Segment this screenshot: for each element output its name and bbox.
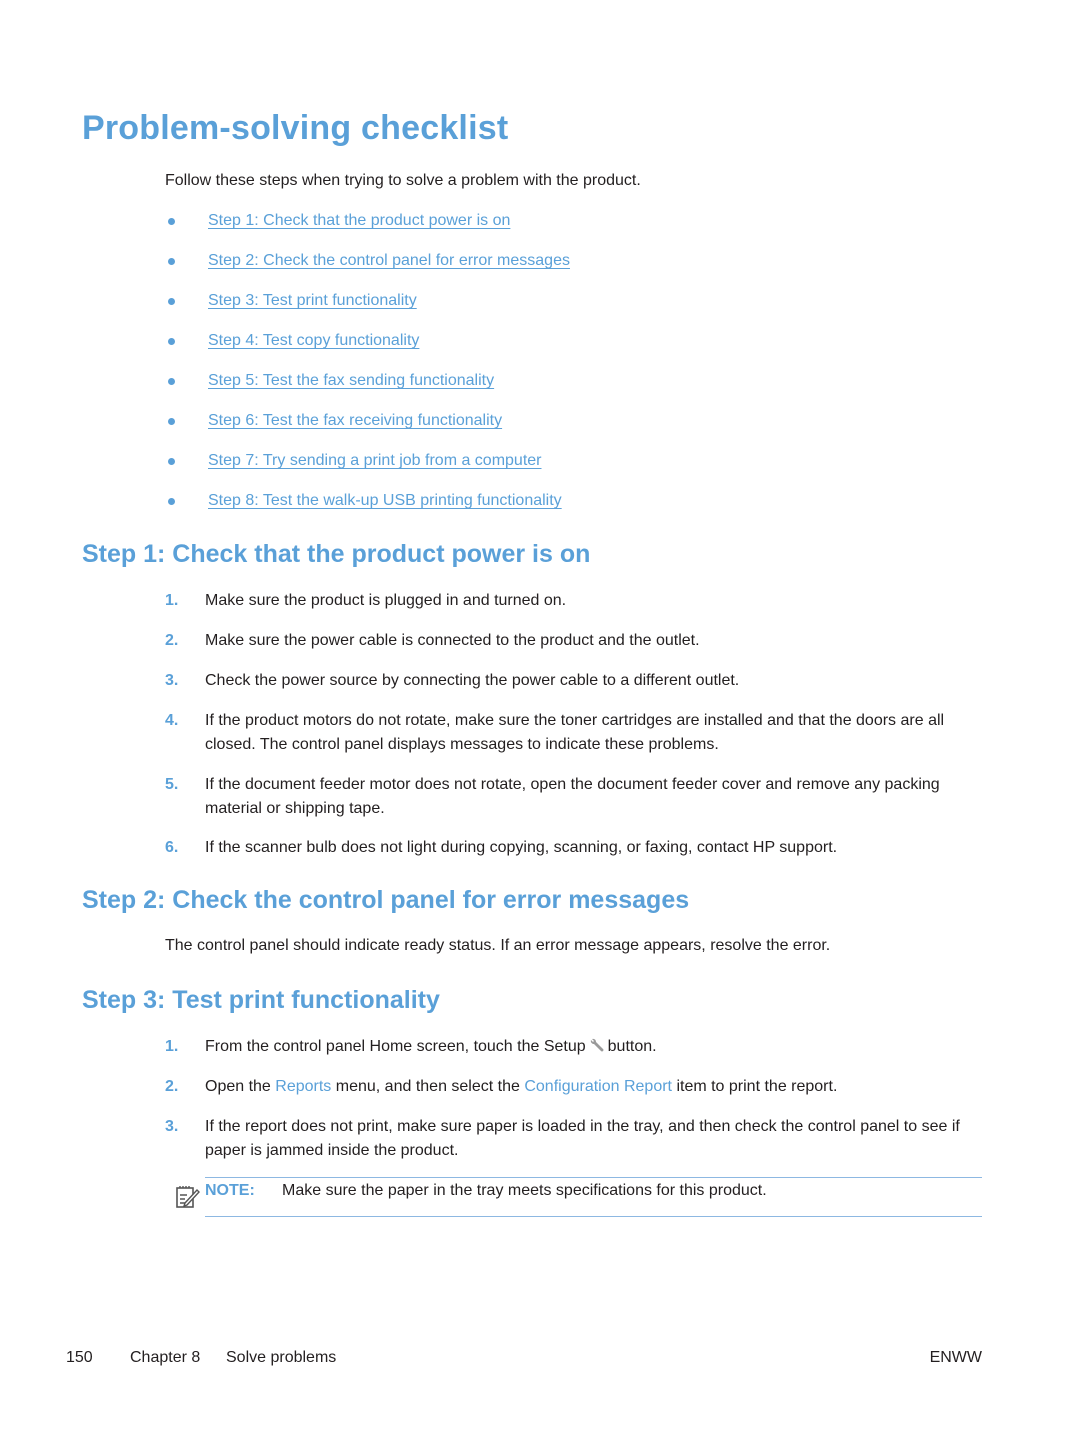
toc-link-step-2[interactable]: Step 2: Check the control panel for erro… <box>208 250 570 272</box>
bullet-icon <box>168 498 175 505</box>
item-text: If the report does not print, make sure … <box>205 1118 960 1159</box>
step1-list: 1. Make sure the product is plugged in an… <box>165 589 985 876</box>
item-text-after: button. <box>607 1038 657 1055</box>
list-item: 1. From the control panel Home screen, t… <box>165 1035 985 1075</box>
item-text: Make sure the product is plugged in and … <box>205 592 567 609</box>
toc-item: Step 4: Test copy functionality <box>165 330 570 370</box>
item-text-middle: menu, and then select the <box>335 1078 520 1095</box>
page-title: Problem-solving checklist <box>82 109 509 147</box>
item-text: Open the Reports menu, and then select t… <box>205 1075 985 1115</box>
bullet-icon <box>168 458 175 465</box>
toc-item: Step 6: Test the fax receiving functiona… <box>165 410 570 450</box>
bullet-icon <box>168 298 175 305</box>
step2-text: The control panel should indicate ready … <box>165 937 831 954</box>
item-number: 3. <box>165 672 179 689</box>
step1-heading: Step 1: Check that the product power is … <box>82 540 591 568</box>
bullet-icon <box>168 258 175 265</box>
toc-link-step-7[interactable]: Step 7: Try sending a print job from a c… <box>208 450 542 472</box>
item-text-before: From the control panel Home screen, touc… <box>205 1038 586 1055</box>
item-number: 6. <box>165 839 179 856</box>
note-label: NOTE: <box>205 1182 255 1199</box>
bullet-icon <box>168 378 175 385</box>
footer-chapter: Chapter 8 <box>130 1349 201 1366</box>
step3-heading: Step 3: Test print functionality <box>82 986 440 1014</box>
note-pencil-icon <box>175 1184 201 1210</box>
list-item: 5. If the document feeder motor does not … <box>165 773 985 836</box>
note-text: Make sure the paper in the tray meets sp… <box>282 1182 767 1199</box>
bullet-icon <box>168 418 175 425</box>
footer-right-label: ENWW <box>929 1349 982 1366</box>
bullet-icon <box>168 218 175 225</box>
list-item: 1. Make sure the product is plugged in an… <box>165 589 985 629</box>
item-text: Make sure the power cable is connected t… <box>205 632 700 649</box>
item-number: 2. <box>165 1078 179 1095</box>
wrench-icon <box>588 1038 606 1054</box>
intro-text: Follow these steps when trying to solve … <box>165 172 641 189</box>
step3-list: 1. From the control panel Home screen, t… <box>165 1035 985 1179</box>
item-number: 1. <box>165 592 179 609</box>
item-number: 3. <box>165 1118 179 1135</box>
item-text-after: item to print the report. <box>676 1078 838 1095</box>
configuration-report-link[interactable]: Configuration Report <box>524 1078 672 1095</box>
list-item: 2. Make sure the power cable is connected… <box>165 629 985 669</box>
toc-item: Step 1: Check that the product power is … <box>165 210 570 250</box>
toc-item: Step 5: Test the fax sending functionali… <box>165 370 570 410</box>
list-item: 6. If the scanner bulb does not light dur… <box>165 836 985 876</box>
toc-link-step-1[interactable]: Step 1: Check that the product power is … <box>208 210 510 232</box>
item-text: From the control panel Home screen, touc… <box>205 1035 985 1075</box>
toc-item: Step 2: Check the control panel for erro… <box>165 250 570 290</box>
item-text: If the product motors do not rotate, mak… <box>205 712 945 753</box>
toc-link-step-5[interactable]: Step 5: Test the fax sending functionali… <box>208 370 494 392</box>
item-text: Check the power source by connecting the… <box>205 672 740 689</box>
toc-item: Step 7: Try sending a print job from a c… <box>165 450 570 490</box>
list-item: 3. Check the power source by connecting t… <box>165 669 985 709</box>
reports-menu-link[interactable]: Reports <box>275 1078 331 1095</box>
item-number: 4. <box>165 712 179 729</box>
toc-item: Step 8: Test the walk-up USB printing fu… <box>165 490 570 530</box>
item-number: 1. <box>165 1038 179 1055</box>
toc-link-step-6[interactable]: Step 6: Test the fax receiving functiona… <box>208 410 502 432</box>
footer-section: Solve problems <box>226 1349 337 1366</box>
toc-item: Step 3: Test print functionality <box>165 290 570 330</box>
footer-page-number: 150 <box>66 1349 93 1366</box>
item-text: If the document feeder motor does not ro… <box>205 776 940 817</box>
list-item: 2. Open the Reports menu, and then selec… <box>165 1075 985 1115</box>
step2-heading: Step 2: Check the control panel for erro… <box>82 886 690 914</box>
item-number: 5. <box>165 776 179 793</box>
toc-link-step-8[interactable]: Step 8: Test the walk-up USB printing fu… <box>208 490 562 512</box>
list-item: 3. If the report does not print, make su… <box>165 1115 985 1179</box>
item-text-before: Open the <box>205 1078 271 1095</box>
bullet-icon <box>168 338 175 345</box>
item-number: 2. <box>165 632 179 649</box>
toc-list: Step 1: Check that the product power is … <box>165 210 570 530</box>
note-box: NOTE: Make sure the paper in the tray me… <box>176 1177 982 1217</box>
toc-link-step-4[interactable]: Step 4: Test copy functionality <box>208 330 419 352</box>
toc-link-step-3[interactable]: Step 3: Test print functionality <box>208 290 417 312</box>
item-text: If the scanner bulb does not light durin… <box>205 839 838 856</box>
list-item: 4. If the product motors do not rotate, m… <box>165 709 985 773</box>
